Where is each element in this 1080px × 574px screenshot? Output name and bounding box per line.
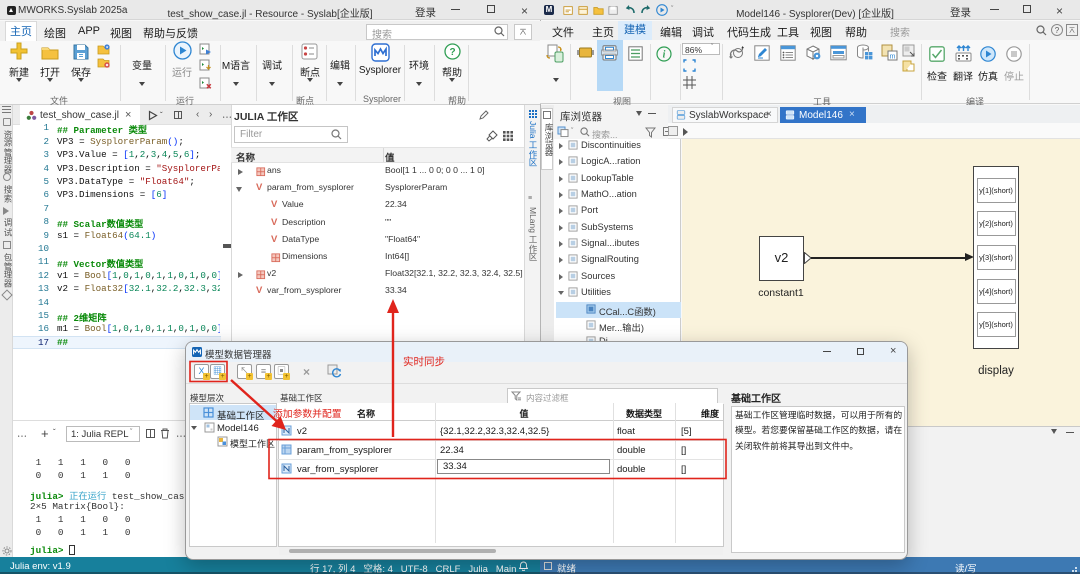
svg-text:i: i xyxy=(663,50,666,61)
svg-text:m: m xyxy=(890,54,896,61)
svg-text:?: ? xyxy=(449,47,455,58)
